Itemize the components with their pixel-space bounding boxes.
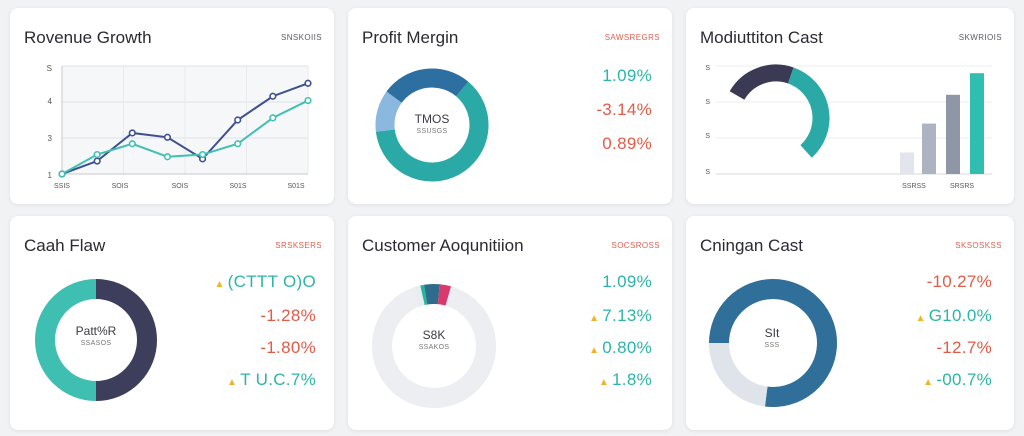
data-point bbox=[128, 129, 136, 137]
bar bbox=[922, 123, 936, 174]
bar bbox=[946, 94, 960, 174]
donut-slice bbox=[787, 67, 830, 158]
data-point bbox=[58, 170, 66, 178]
data-point bbox=[198, 150, 207, 159]
metric-value: -3.14% bbox=[596, 100, 652, 119]
line-chart: S 4 3 1 SSIS SOIS SOIS S01S S01S bbox=[47, 64, 312, 190]
card-customer-acquisition[interactable]: Customer Aoqunitiion SOCSROSS S8K SSAKOS… bbox=[348, 216, 672, 430]
arrow-up-icon: ▲ bbox=[227, 377, 238, 388]
metric-value: -1.28% bbox=[260, 306, 316, 325]
metric-value: -12.7% bbox=[936, 338, 992, 357]
data-point bbox=[269, 114, 277, 122]
donut-slice bbox=[437, 284, 452, 306]
donut-center-value: S8K bbox=[422, 328, 446, 342]
donut-slice bbox=[420, 284, 428, 306]
donut-center-value: SIt bbox=[764, 326, 780, 340]
data-point bbox=[93, 157, 101, 165]
data-point bbox=[269, 92, 277, 100]
y-tick-label: S bbox=[705, 133, 710, 140]
y-tick-label: S bbox=[705, 65, 710, 72]
bar bbox=[900, 152, 914, 174]
donut-center: S8K SSAKOS bbox=[384, 328, 484, 351]
data-point bbox=[163, 153, 172, 161]
data-point bbox=[163, 133, 172, 141]
metric-value: 0.89% bbox=[602, 134, 652, 153]
bar bbox=[970, 73, 984, 174]
card-profit-margin[interactable]: Profit Mergin SAWSREGRS TMOS SSUSGS 1.09… bbox=[348, 8, 672, 204]
x-tick-label: S01S bbox=[229, 183, 246, 190]
x-tick-label: SOIS bbox=[112, 183, 129, 190]
y-tick-label: 1 bbox=[48, 171, 53, 180]
donut-slice bbox=[386, 68, 469, 104]
arrow-up-icon: ▲ bbox=[214, 279, 225, 290]
metric-value: -1.80% bbox=[260, 338, 316, 357]
donut-center-value: Patt%R bbox=[75, 324, 117, 338]
donut-center-label: SSASOS bbox=[80, 340, 112, 347]
metric-value: 1.09% bbox=[602, 272, 652, 291]
data-point bbox=[304, 96, 312, 105]
donut-slice bbox=[709, 342, 768, 407]
x-tick-label: SOIS bbox=[172, 183, 189, 190]
donut-slice bbox=[412, 285, 425, 307]
x-tick-label: SRSRS bbox=[950, 183, 974, 190]
data-point bbox=[234, 140, 242, 148]
y-tick-label: S bbox=[705, 99, 710, 106]
donut-center: Patt%R SSASOS bbox=[46, 324, 146, 347]
metric-value: ▲ T U.C.7% bbox=[227, 370, 316, 389]
card-cash-flow[interactable]: Caah Flaw SRSKSERS Patt%R SSASOS ▲ (CTTT … bbox=[10, 216, 334, 430]
card-modulation-cost[interactable]: Modiuttiton Cast SKWRIOIS S S S S SSRSS … bbox=[686, 8, 1014, 204]
y-tick-label: 4 bbox=[48, 97, 53, 106]
metric-value: ▲ 1.8% bbox=[598, 370, 652, 389]
donut-slice bbox=[424, 284, 440, 305]
data-point bbox=[128, 140, 136, 148]
donut-center: TMOS SSUSGS bbox=[382, 112, 482, 135]
y-tick-label: S bbox=[47, 64, 52, 73]
bar-chart: S S S S SSRSS SRSRS bbox=[705, 64, 992, 190]
metric-value: -10.27% bbox=[926, 272, 992, 291]
metric-value: ▲ -00.7% bbox=[923, 370, 992, 389]
donut-slice bbox=[729, 64, 794, 101]
card-revenue-growth[interactable]: Rovenue Growth SNSKOIIS S 4 3 1 SSIS SOI… bbox=[10, 8, 334, 204]
arrow-up-icon: ▲ bbox=[915, 313, 926, 324]
metric-value: 1.09% bbox=[602, 66, 652, 85]
metric-value: ▲ G10.0% bbox=[915, 306, 992, 325]
metric-value: ▲ 7.13% bbox=[589, 306, 652, 325]
card-chingan-cost[interactable]: Cningan Cast SKSOSKSS SIt SSS -10.27% ▲ G… bbox=[686, 216, 1014, 430]
arrow-up-icon: ▲ bbox=[589, 313, 600, 324]
x-tick-label: S01S bbox=[287, 183, 304, 190]
arrow-up-icon: ▲ bbox=[923, 377, 934, 388]
arrow-up-icon: ▲ bbox=[598, 377, 610, 388]
arrow-up-icon: ▲ bbox=[589, 345, 600, 356]
metric-value: ▲ (CTTT O)O bbox=[214, 272, 316, 291]
data-point bbox=[234, 116, 242, 124]
donut-center-label: SSAKOS bbox=[418, 344, 450, 351]
y-tick-label: 3 bbox=[48, 134, 53, 143]
y-tick-label: S bbox=[705, 169, 710, 176]
metric-value: ▲ 0.80% bbox=[589, 338, 652, 357]
donut-center-value: TMOS bbox=[414, 112, 450, 126]
donut-center-label: SSUSGS bbox=[416, 128, 448, 135]
x-tick-label: SSRSS bbox=[902, 183, 926, 190]
donut-center: SIt SSS bbox=[722, 326, 822, 349]
donut-center-label: SSS bbox=[764, 342, 780, 349]
data-point bbox=[304, 79, 312, 87]
data-point bbox=[93, 150, 101, 159]
x-tick-label: SSIS bbox=[54, 183, 70, 190]
